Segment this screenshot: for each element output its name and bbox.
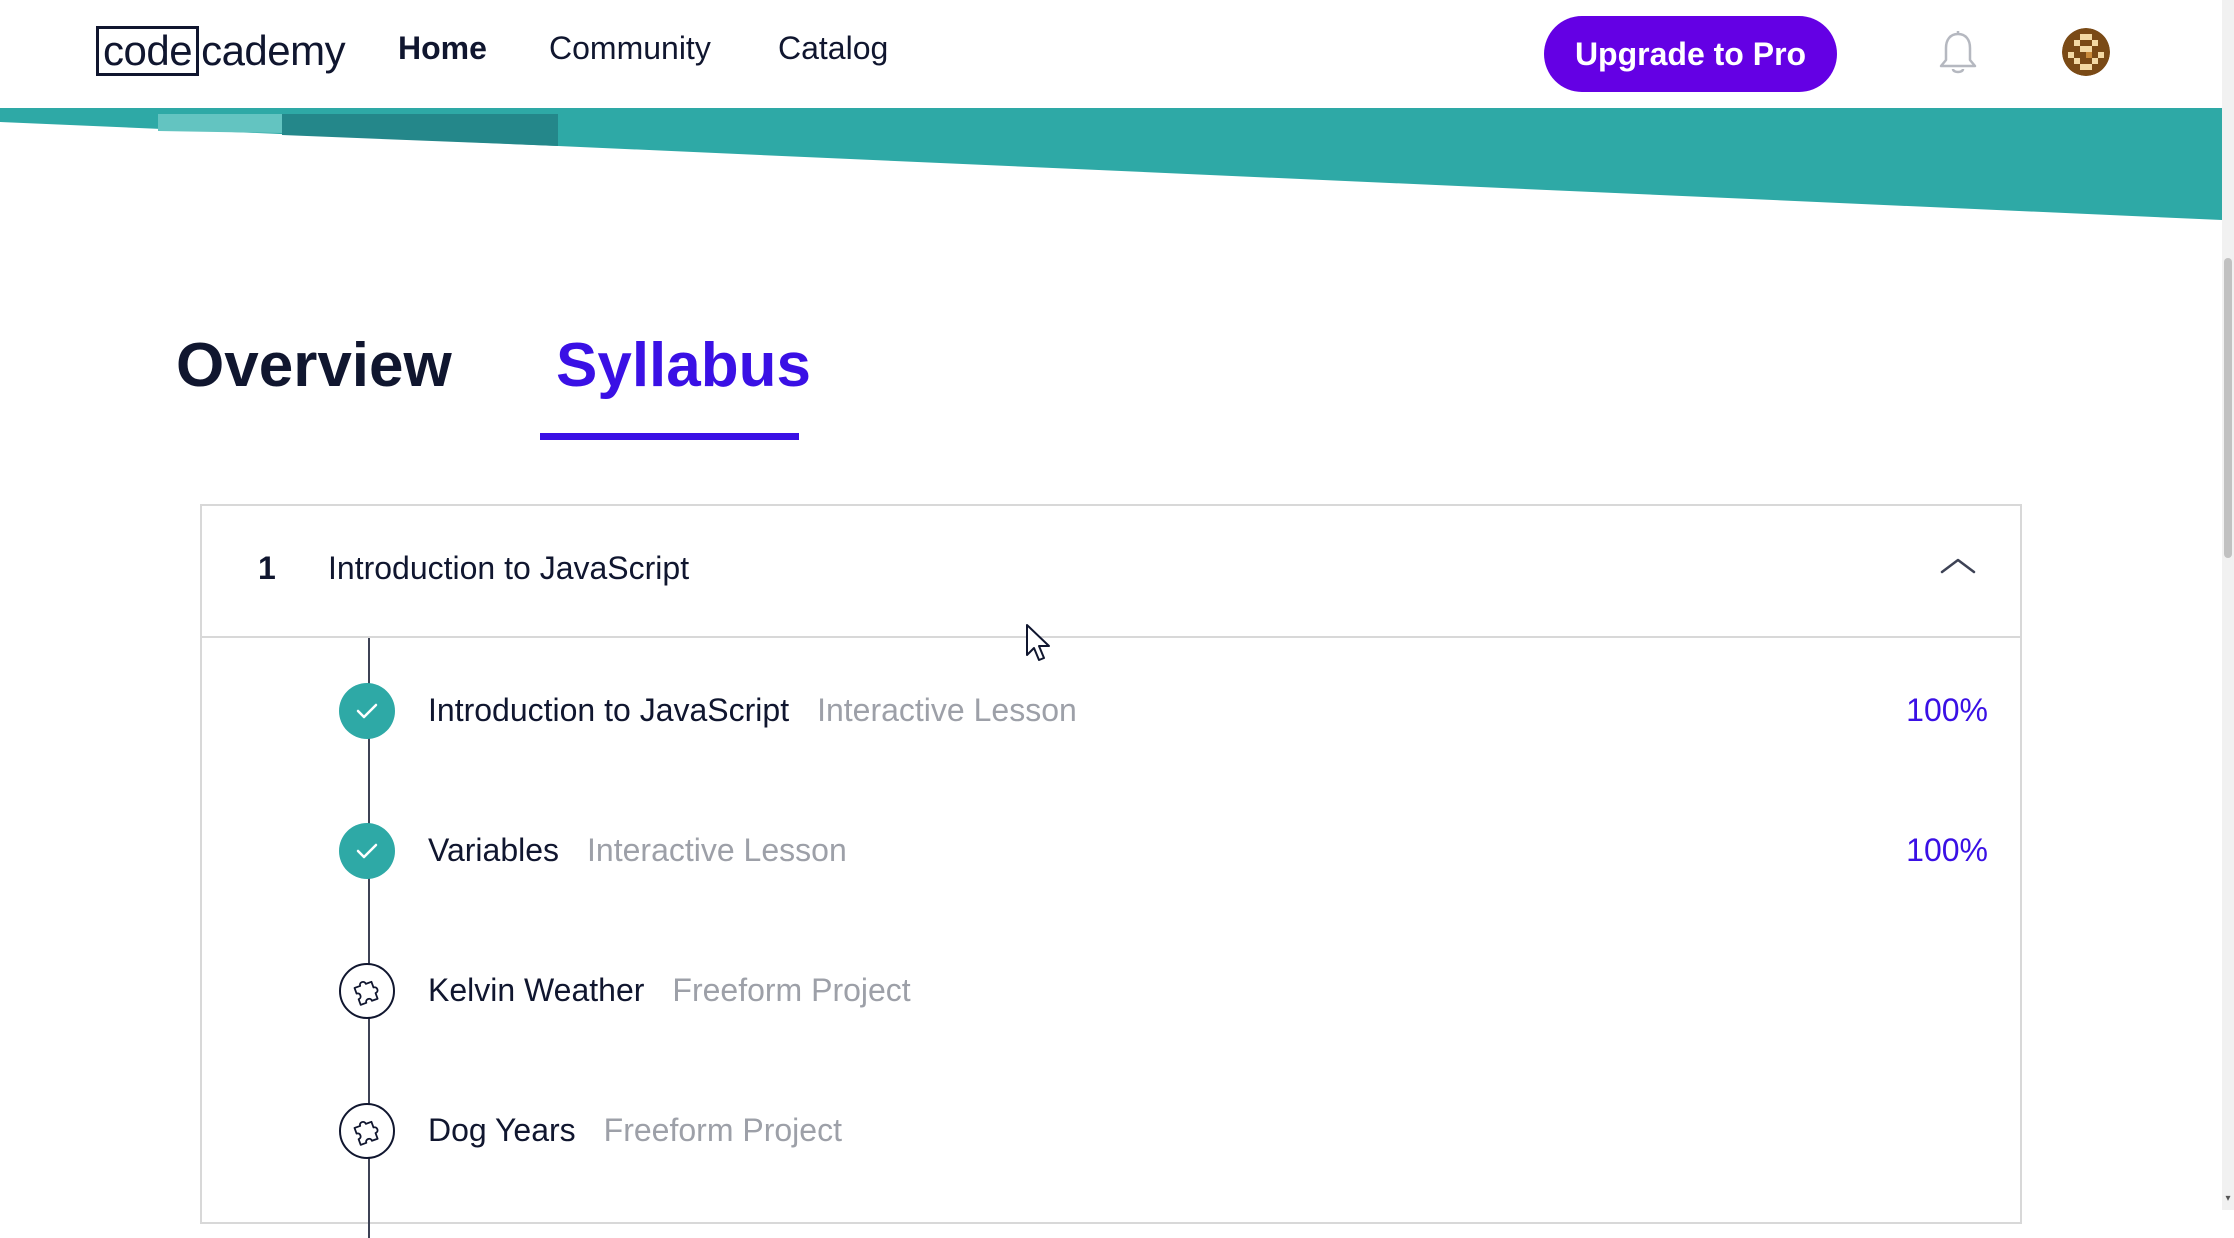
syllabus-item-progress: 100% xyxy=(1906,692,1988,728)
chevron-up-icon[interactable] xyxy=(1938,554,1978,578)
syllabus-item[interactable]: Introduction to JavaScript Interactive Le… xyxy=(338,682,1988,742)
syllabus-item-type: Freeform Project xyxy=(672,972,911,1008)
syllabus-item-progress: 100% xyxy=(1906,832,1988,868)
scroll-down-arrow-icon[interactable]: ▾ xyxy=(2223,1194,2233,1204)
header-banner xyxy=(0,108,2222,220)
syllabus-item-text: Kelvin Weather Freeform Project xyxy=(428,972,911,1009)
check-circle-icon xyxy=(339,683,395,739)
syllabus-item-type: Interactive Lesson xyxy=(587,832,847,868)
syllabus-item[interactable]: Variables Interactive Lesson 100% xyxy=(338,822,1988,882)
syllabus-item-type: Interactive Lesson xyxy=(817,692,1077,728)
syllabus-item-text: Variables Interactive Lesson xyxy=(428,832,847,869)
mouse-cursor-icon xyxy=(1026,624,1050,661)
user-avatar[interactable] xyxy=(2062,28,2110,76)
module-header[interactable]: 1 Introduction to JavaScript xyxy=(202,506,2020,638)
puzzle-circle-icon xyxy=(339,1103,395,1159)
puzzle-circle-icon xyxy=(339,963,395,1019)
logo-cademy: cademy xyxy=(201,27,346,74)
codecademy-logo[interactable]: code cademy xyxy=(96,24,346,78)
nav-community-link[interactable]: Community xyxy=(549,30,711,67)
module-title: Introduction to JavaScript xyxy=(328,550,690,586)
syllabus-item-type: Freeform Project xyxy=(603,1112,842,1148)
page-scrollbar[interactable]: ▾ xyxy=(2222,0,2234,1210)
bell-icon[interactable] xyxy=(1938,30,1978,76)
tab-overview[interactable]: Overview xyxy=(176,330,452,401)
nav-catalog-link[interactable]: Catalog xyxy=(778,30,888,67)
upgrade-to-pro-button[interactable]: Upgrade to Pro xyxy=(1544,16,1837,92)
syllabus-item-title: Introduction to JavaScript xyxy=(428,692,790,728)
syllabus-item-title: Kelvin Weather xyxy=(428,972,645,1008)
syllabus-item-text: Introduction to JavaScript Interactive Le… xyxy=(428,692,1077,729)
check-circle-icon xyxy=(339,823,395,879)
syllabus-module: 1 Introduction to JavaScript Introductio… xyxy=(200,504,2022,1238)
syllabus-item[interactable]: Dog Years Freeform Project xyxy=(338,1102,1988,1162)
module-number: 1 xyxy=(258,550,276,586)
syllabus-item-title: Variables xyxy=(428,832,560,868)
logo-code: code xyxy=(96,26,200,76)
syllabus-item-text: Dog Years Freeform Project xyxy=(428,1112,842,1149)
top-navigation: code cademy Home Community Catalog Upgrad… xyxy=(0,0,2222,110)
nav-home-link[interactable]: Home xyxy=(398,30,487,67)
active-tab-indicator xyxy=(540,433,799,440)
tab-syllabus[interactable]: Syllabus xyxy=(556,330,811,401)
syllabus-item-title: Dog Years xyxy=(428,1112,576,1148)
syllabus-item[interactable]: Kelvin Weather Freeform Project xyxy=(338,962,1988,1022)
scrollbar-thumb[interactable] xyxy=(2224,258,2232,558)
